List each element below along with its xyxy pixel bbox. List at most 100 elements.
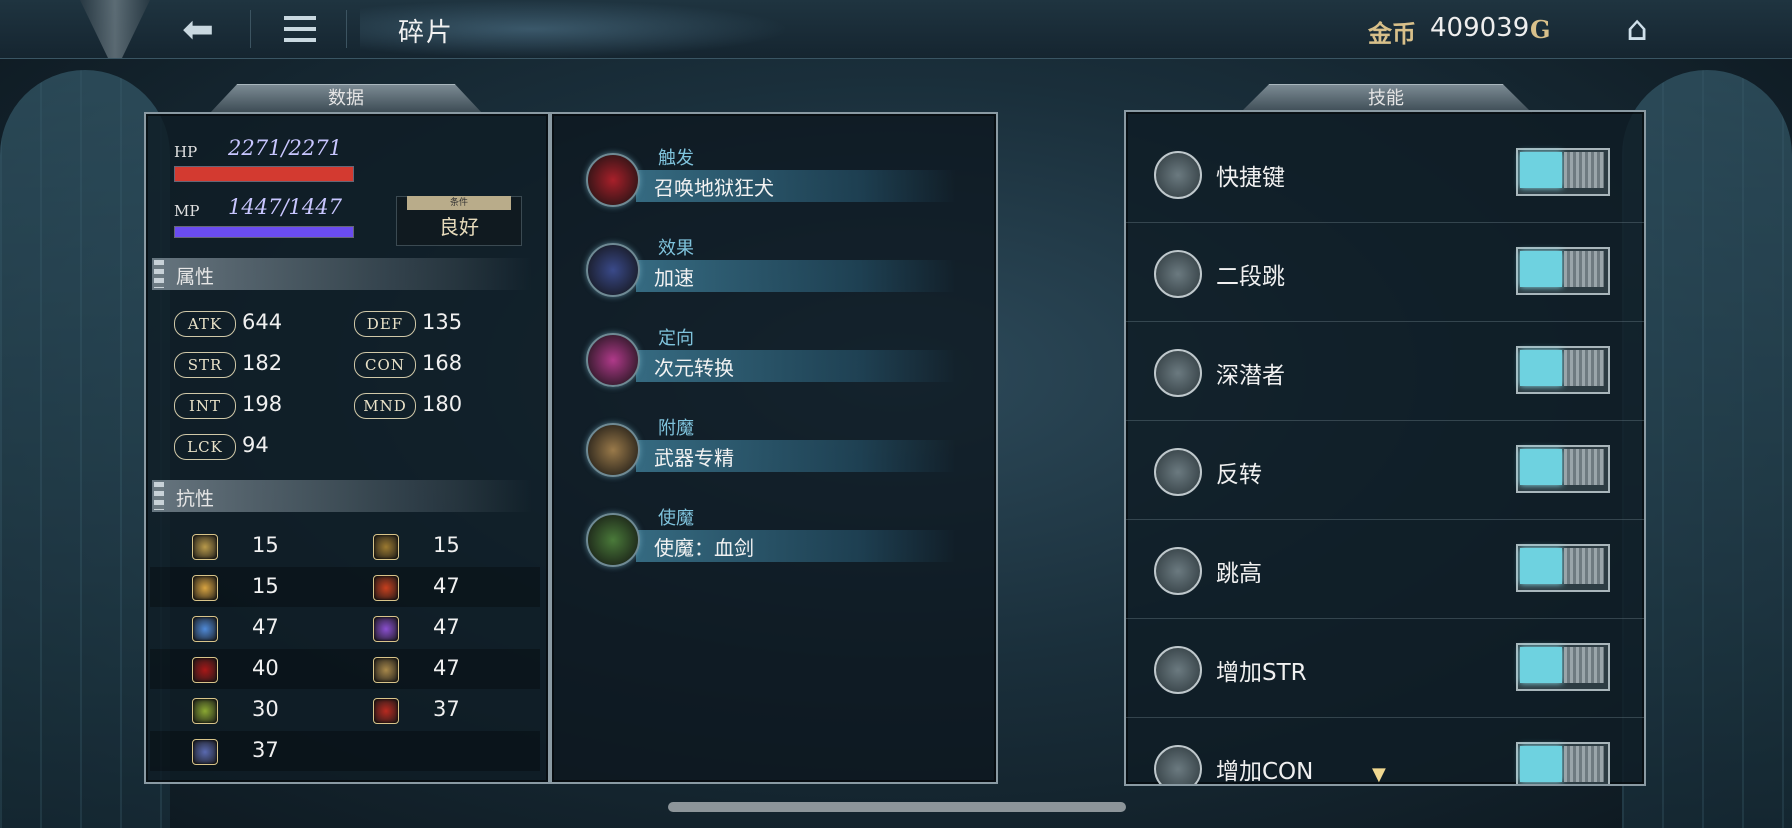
ice-icon [192,616,218,642]
fire-icon [373,575,399,601]
mp-label: MP [174,202,200,220]
scroll-down-icon[interactable]: ▼ [1372,764,1386,785]
attr-value-atk: 644 [242,310,283,334]
weapon-mastery-icon[interactable] [586,423,640,477]
toggle-on-indicator [1520,548,1562,584]
skill-toggle[interactable] [1516,148,1610,196]
attr-badge-con: CON [354,352,416,378]
skill-toggle[interactable] [1516,544,1610,592]
attr-badge-mnd: MND [354,393,416,419]
skill-name: 增加CON [1216,759,1314,785]
skill-row: 反转 [1126,421,1644,520]
resistances-header: 抗性 [152,480,532,512]
resistance-value: 15 [252,533,279,557]
resistance-value: 47 [433,574,460,598]
coin-label: 金币 [1368,19,1416,48]
resistance-value: 37 [252,738,279,762]
skill-toggle[interactable] [1516,247,1610,295]
toggle-knob [1564,350,1604,386]
hellhound-icon[interactable] [586,153,640,207]
attr-value-int: 198 [242,392,283,416]
toggle-knob [1564,548,1604,584]
coin-unit: G [1530,15,1551,44]
con-up-icon [1154,745,1202,784]
skill-name: 二段跳 [1216,264,1285,290]
attr-value-con: 168 [422,351,463,375]
resistances-header-label: 抗性 [176,488,215,510]
skill-name: 快捷键 [1216,165,1285,191]
menu-button[interactable] [270,6,330,52]
skill-toggle[interactable] [1516,643,1610,691]
net-icon [373,657,399,683]
toggle-on-indicator [1520,152,1562,188]
resistance-value: 15 [252,574,279,598]
back-button[interactable]: ⬅ [168,6,228,52]
condition-box: 条件 良好 [396,196,522,246]
light-icon [192,575,218,601]
resistance-value: 15 [433,533,460,557]
fragment-name: 使魔：血剑 [654,536,754,560]
home-indicator[interactable] [668,802,1126,812]
hp-bar-fill [175,167,353,181]
fragment-category: 效果 [658,238,694,259]
speed-icon[interactable] [586,243,640,297]
hp-value: 2271/2271 [228,136,342,160]
dimension-icon[interactable] [586,333,640,387]
resistance-value: 37 [433,697,460,721]
mp-value: 1447/1447 [228,195,342,219]
home-icon: ⌂ [1626,9,1648,49]
skill-toggle[interactable] [1516,346,1610,394]
double-jump-icon [1154,250,1202,298]
toggle-on-indicator [1520,449,1562,485]
high-jump-icon [1154,547,1202,595]
skill-row: 深潜者 [1126,322,1644,421]
mp-bar-fill [175,227,353,237]
divider [346,10,347,48]
skill-row: 二段跳 [1126,223,1644,322]
skill-name: 深潜者 [1216,363,1285,389]
page-title: 碎片 [398,18,455,48]
skill-name: 增加STR [1216,660,1307,686]
attr-value-lck: 94 [242,433,269,457]
skill-toggle[interactable] [1516,445,1610,493]
stats-tab: 数据 [210,84,482,113]
resistance-value: 47 [433,615,460,639]
attr-badge-lck: LCK [174,434,236,460]
top-bar: ⬅ 碎片 金币 409039 G ⌂ [0,0,1792,59]
chain-icon [154,482,164,510]
toggle-knob [1564,152,1604,188]
toggle-on-indicator [1520,251,1562,287]
back-arrow-icon: ⬅ [182,7,214,51]
attr-badge-def: DEF [354,311,416,337]
deep-diver-icon [1154,349,1202,397]
resistance-value: 30 [252,697,279,721]
fragment-name: 加速 [654,266,694,290]
attr-value-str: 182 [242,351,283,375]
home-button[interactable]: ⌂ [1612,8,1662,50]
background-window-right [1622,70,1792,828]
stone-icon [192,739,218,765]
fragment-category: 附魔 [658,418,694,439]
toggle-knob [1564,746,1604,782]
attributes-header-label: 属性 [176,266,215,288]
condition-caption: 条件 [407,196,511,210]
skill-toggle[interactable] [1516,742,1610,784]
fragment-category: 触发 [658,148,694,169]
toggle-knob [1564,647,1604,683]
str-up-icon [1154,646,1202,694]
attr-value-mnd: 180 [422,392,463,416]
list-icon [284,16,316,42]
toggle-on-indicator [1520,350,1562,386]
fragment-name: 召唤地狱狂犬 [654,176,774,200]
blood-icon [192,657,218,683]
resistance-value: 47 [433,656,460,680]
poison-icon [192,698,218,724]
hp-label: HP [174,143,198,161]
reverse-icon [1154,448,1202,496]
toggle-knob [1564,251,1604,287]
skill-row: 跳高 [1126,520,1644,619]
toggle-knob [1564,449,1604,485]
blood-sword-icon[interactable] [586,513,640,567]
fragment-name: 武器专精 [654,446,734,470]
moon-icon [192,534,218,560]
